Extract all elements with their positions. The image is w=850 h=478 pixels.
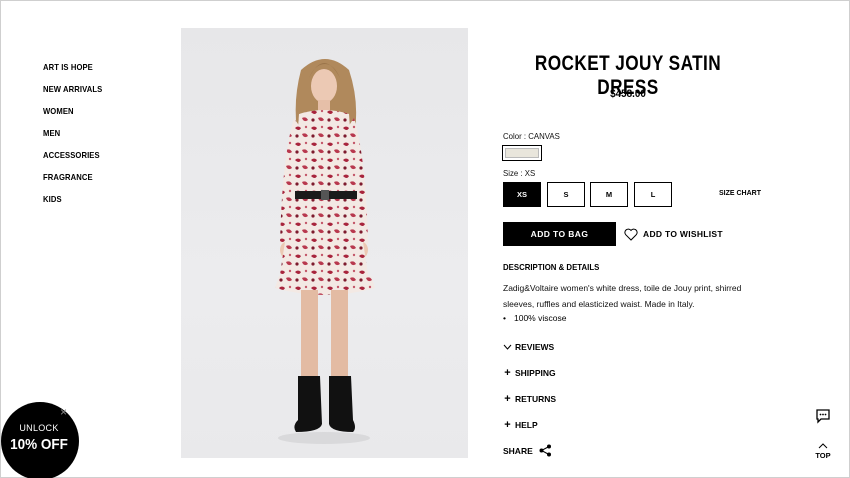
model-illustration [275, 59, 375, 444]
size-option-s[interactable]: S [547, 182, 585, 207]
accordion-reviews[interactable]: REVIEWS [503, 342, 554, 352]
accordion-shipping[interactable]: + SHIPPING [503, 367, 556, 379]
share-button[interactable]: SHARE [503, 444, 552, 457]
accordion-label: RETURNS [515, 394, 557, 404]
chat-icon [816, 409, 830, 424]
nav-item-accessories[interactable]: ACCESSORIES [43, 144, 102, 166]
size-chart-link[interactable]: SIZE CHART [719, 190, 761, 197]
heart-icon [624, 228, 638, 241]
share-icon [539, 444, 551, 457]
promo-line2: 10% OFF [10, 436, 68, 453]
size-option-xs[interactable]: XS [503, 182, 541, 207]
plus-icon: + [504, 419, 511, 431]
description-title: DESCRIPTION & DETAILS [503, 262, 600, 272]
promo-line1: UNLOCK [19, 423, 59, 433]
nav-item-art-is-hope[interactable]: ART IS HOPE [43, 56, 102, 78]
bullet-dot: • [503, 313, 506, 323]
accordion-returns[interactable]: + RETURNS [503, 393, 557, 405]
detail-bullet: • 100% viscose [503, 313, 566, 323]
accordion-label: SHIPPING [515, 368, 556, 378]
size-option-m[interactable]: M [590, 182, 628, 207]
share-label: SHARE [503, 445, 533, 456]
nav-item-men[interactable]: MEN [43, 122, 102, 144]
promo-close-icon[interactable]: × [60, 405, 67, 419]
bullet-text: 100% viscose [513, 313, 567, 323]
size-option-l[interactable]: L [634, 182, 672, 207]
color-label: Color : CANVAS [503, 131, 560, 141]
add-to-bag-button[interactable]: ADD TO BAG [503, 222, 616, 246]
plus-icon: + [504, 367, 511, 379]
description-text: Zadig&Voltaire women's white dress, toil… [503, 283, 742, 309]
nav-item-fragrance[interactable]: FRAGRANCE [43, 166, 102, 188]
size-label: Size : XS [503, 168, 536, 178]
back-to-top-button[interactable]: TOP [812, 442, 834, 460]
discount-promo-badge[interactable]: UNLOCK 10% OFF [1, 402, 79, 478]
wishlist-label: ADD TO WISHLIST [643, 229, 723, 239]
chevron-up-icon [818, 443, 828, 449]
accordion-help[interactable]: + HELP [503, 419, 538, 431]
top-label: TOP [815, 451, 831, 460]
color-swatch-fill [505, 148, 539, 158]
accordion-label: HELP [515, 420, 538, 430]
nav-item-women[interactable]: WOMEN [43, 100, 102, 122]
accordion-label: REVIEWS [515, 342, 555, 352]
color-swatch-canvas[interactable] [502, 145, 542, 161]
chat-button[interactable] [815, 408, 831, 429]
main-nav: ART IS HOPE NEW ARRIVALS WOMEN MEN ACCES… [43, 56, 109, 210]
nav-item-kids[interactable]: KIDS [43, 188, 102, 210]
product-price: $458.00 [610, 88, 646, 100]
plus-icon: + [504, 393, 511, 405]
product-image[interactable] [181, 28, 468, 458]
add-to-wishlist-button[interactable]: ADD TO WISHLIST [624, 226, 723, 242]
nav-item-new-arrivals[interactable]: NEW ARRIVALS [43, 78, 102, 100]
chevron-down-icon [503, 344, 512, 350]
